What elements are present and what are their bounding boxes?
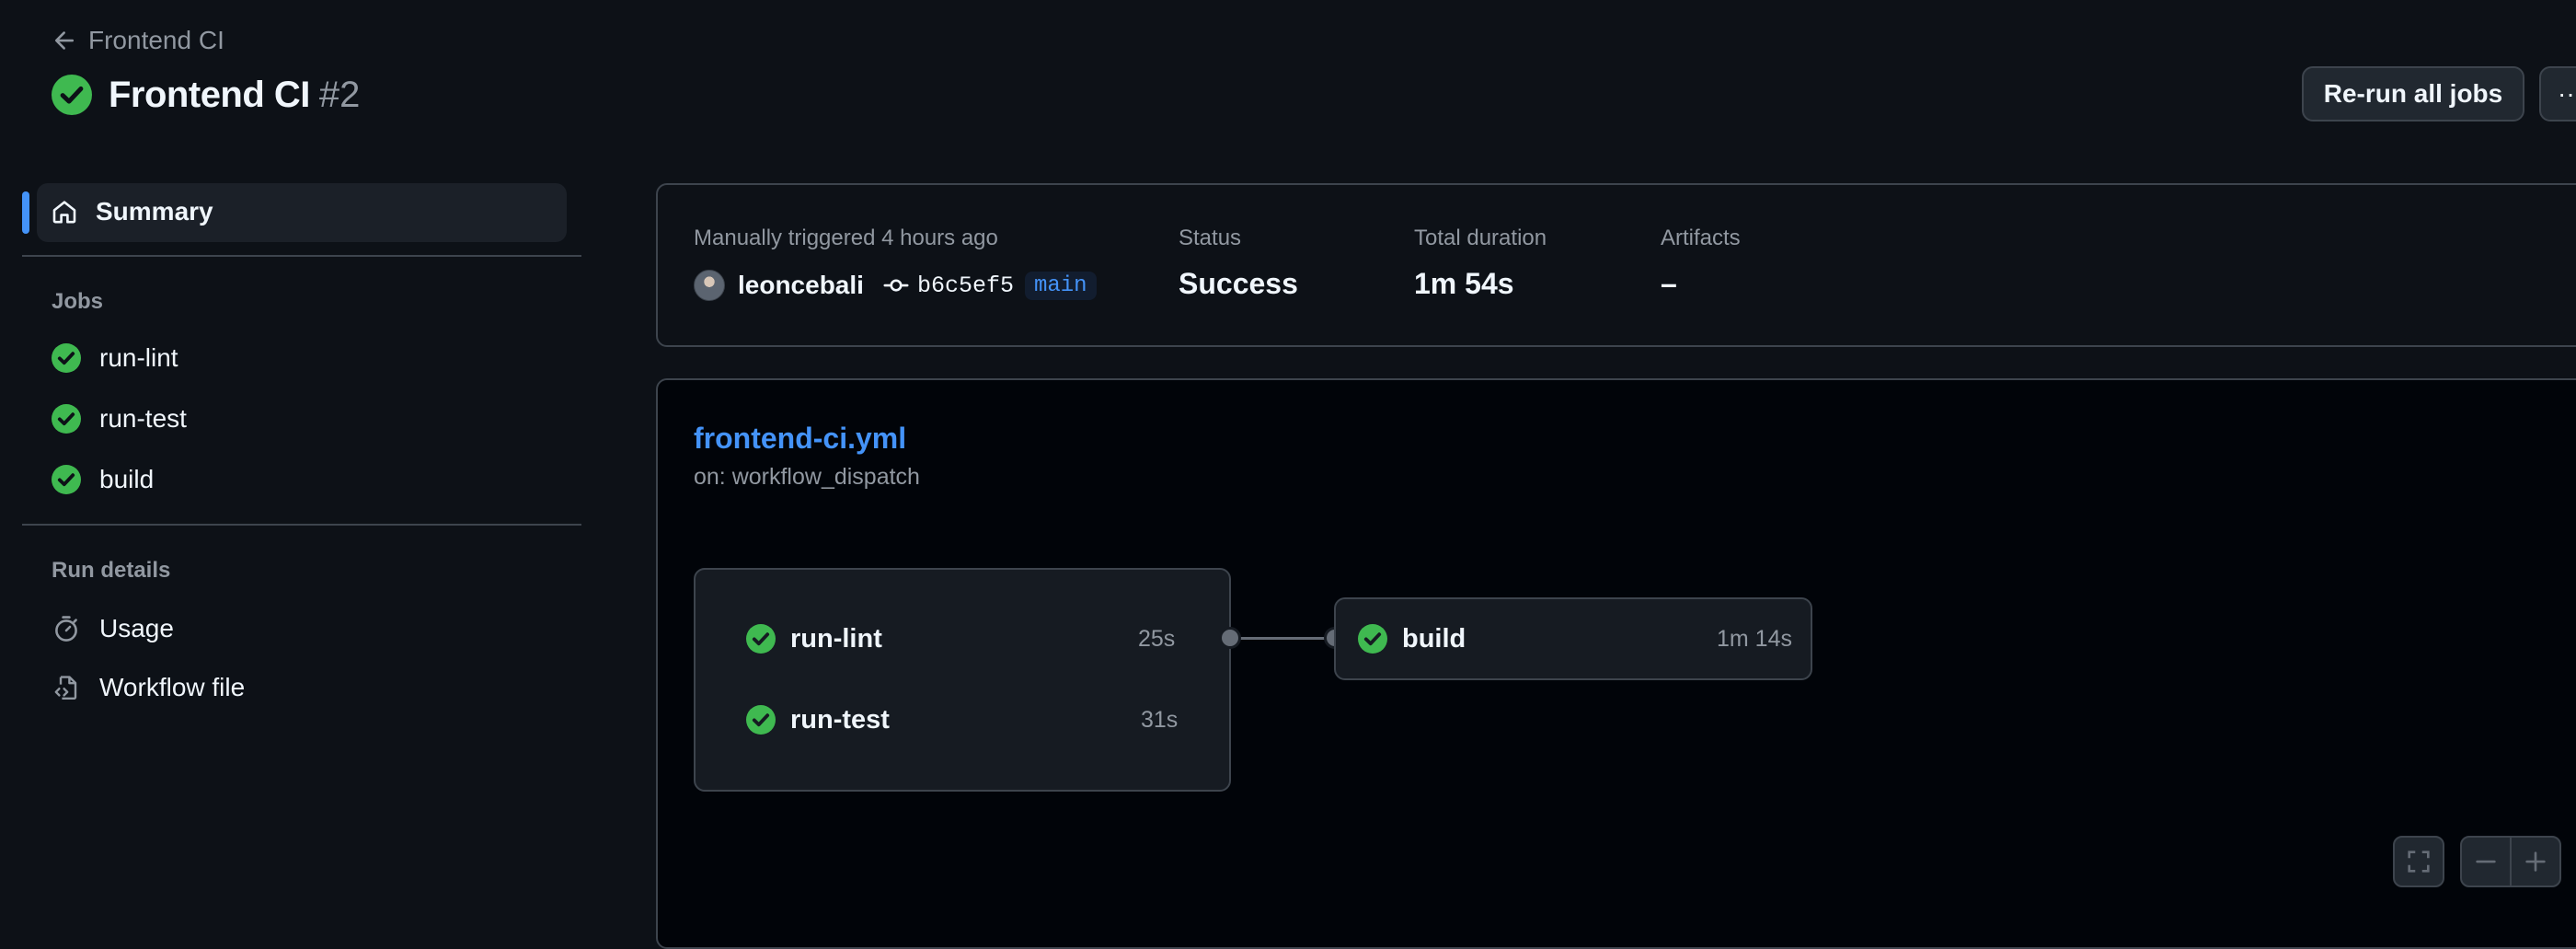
active-indicator	[22, 191, 29, 234]
file-code-icon	[54, 676, 77, 700]
page-title: Frontend CI #2	[52, 72, 360, 118]
run-number: #2	[318, 74, 361, 115]
sidebar-divider	[22, 255, 581, 257]
sidebar-item-summary-label: Summary	[96, 197, 213, 226]
more-options-button[interactable]: ··	[2539, 66, 2576, 122]
run-details-heading: Run details	[52, 558, 171, 583]
zoom-in-button[interactable]	[2510, 836, 2561, 887]
back-link[interactable]: Frontend CI	[52, 24, 224, 57]
duration-value: 1m 54s	[1414, 267, 1514, 300]
artifacts-value: –	[1661, 267, 1677, 300]
trigger-details: leoncebali b6c5ef5 main	[694, 269, 1097, 302]
arrow-left-icon	[54, 31, 75, 50]
run-title: Frontend CI	[109, 74, 310, 115]
success-check-icon	[52, 75, 92, 115]
sidebar-divider	[22, 524, 581, 526]
job-duration: 25s	[1138, 626, 1176, 652]
artifacts-label: Artifacts	[1661, 226, 1741, 250]
avatar[interactable]	[694, 270, 725, 301]
status-label: Status	[1179, 226, 1242, 250]
job-node-run-lint[interactable]: run-lint	[746, 620, 882, 657]
back-link-label: Frontend CI	[88, 26, 224, 54]
fullscreen-icon	[2408, 851, 2430, 873]
job-node-run-test[interactable]: run-test	[746, 701, 890, 738]
workflow-file-link[interactable]: frontend-ci.yml	[694, 422, 906, 456]
sidebar-item-run-lint[interactable]: run-lint	[52, 340, 178, 376]
job-duration: 31s	[1141, 707, 1179, 733]
workflow-trigger: on: workflow_dispatch	[694, 464, 920, 490]
sidebar-job-label: build	[99, 465, 155, 493]
git-commit-icon	[883, 279, 909, 292]
trigger-text: Manually triggered 4 hours ago	[694, 226, 998, 250]
success-check-icon	[52, 343, 81, 373]
success-check-icon	[1358, 624, 1387, 654]
success-check-icon	[746, 705, 776, 735]
job-duration: 1m 14s	[1717, 626, 1792, 652]
job-name: run-lint	[790, 623, 882, 654]
rerun-all-jobs-button[interactable]: Re-run all jobs	[2302, 66, 2524, 122]
zoom-out-button[interactable]	[2460, 836, 2512, 887]
sidebar-item-workflow-file[interactable]: Workflow file	[52, 669, 245, 706]
job-name: build	[1402, 623, 1466, 654]
sidebar-job-label: run-lint	[99, 343, 178, 372]
sidebar-item-label: Usage	[99, 614, 174, 642]
job-group	[694, 568, 1231, 792]
duration-label: Total duration	[1414, 226, 1547, 250]
sidebar-item-label: Workflow file	[99, 673, 246, 701]
stopwatch-icon	[55, 616, 77, 642]
minus-icon	[2476, 860, 2496, 863]
sidebar-item-build[interactable]: build	[52, 461, 154, 498]
jobs-heading: Jobs	[52, 289, 104, 314]
fullscreen-button[interactable]	[2393, 836, 2444, 887]
job-connector	[1237, 637, 1335, 640]
run-summary-card	[656, 183, 2576, 347]
connector-node	[1219, 627, 1241, 649]
branch-badge[interactable]: main	[1024, 271, 1097, 300]
plus-icon	[2525, 851, 2546, 872]
success-check-icon	[52, 404, 81, 434]
sidebar-job-label: run-test	[99, 404, 187, 433]
commit-sha-link[interactable]: b6c5ef5	[917, 272, 1014, 299]
sidebar-item-run-test[interactable]: run-test	[52, 400, 187, 437]
home-icon	[52, 201, 76, 224]
success-check-icon	[746, 624, 776, 654]
status-value: Success	[1179, 267, 1298, 300]
success-check-icon	[52, 465, 81, 494]
author-link[interactable]: leoncebali	[738, 271, 864, 300]
job-name: run-test	[790, 704, 890, 735]
job-node-build-content: build	[1358, 620, 1466, 657]
sidebar-item-usage[interactable]: Usage	[52, 610, 174, 647]
